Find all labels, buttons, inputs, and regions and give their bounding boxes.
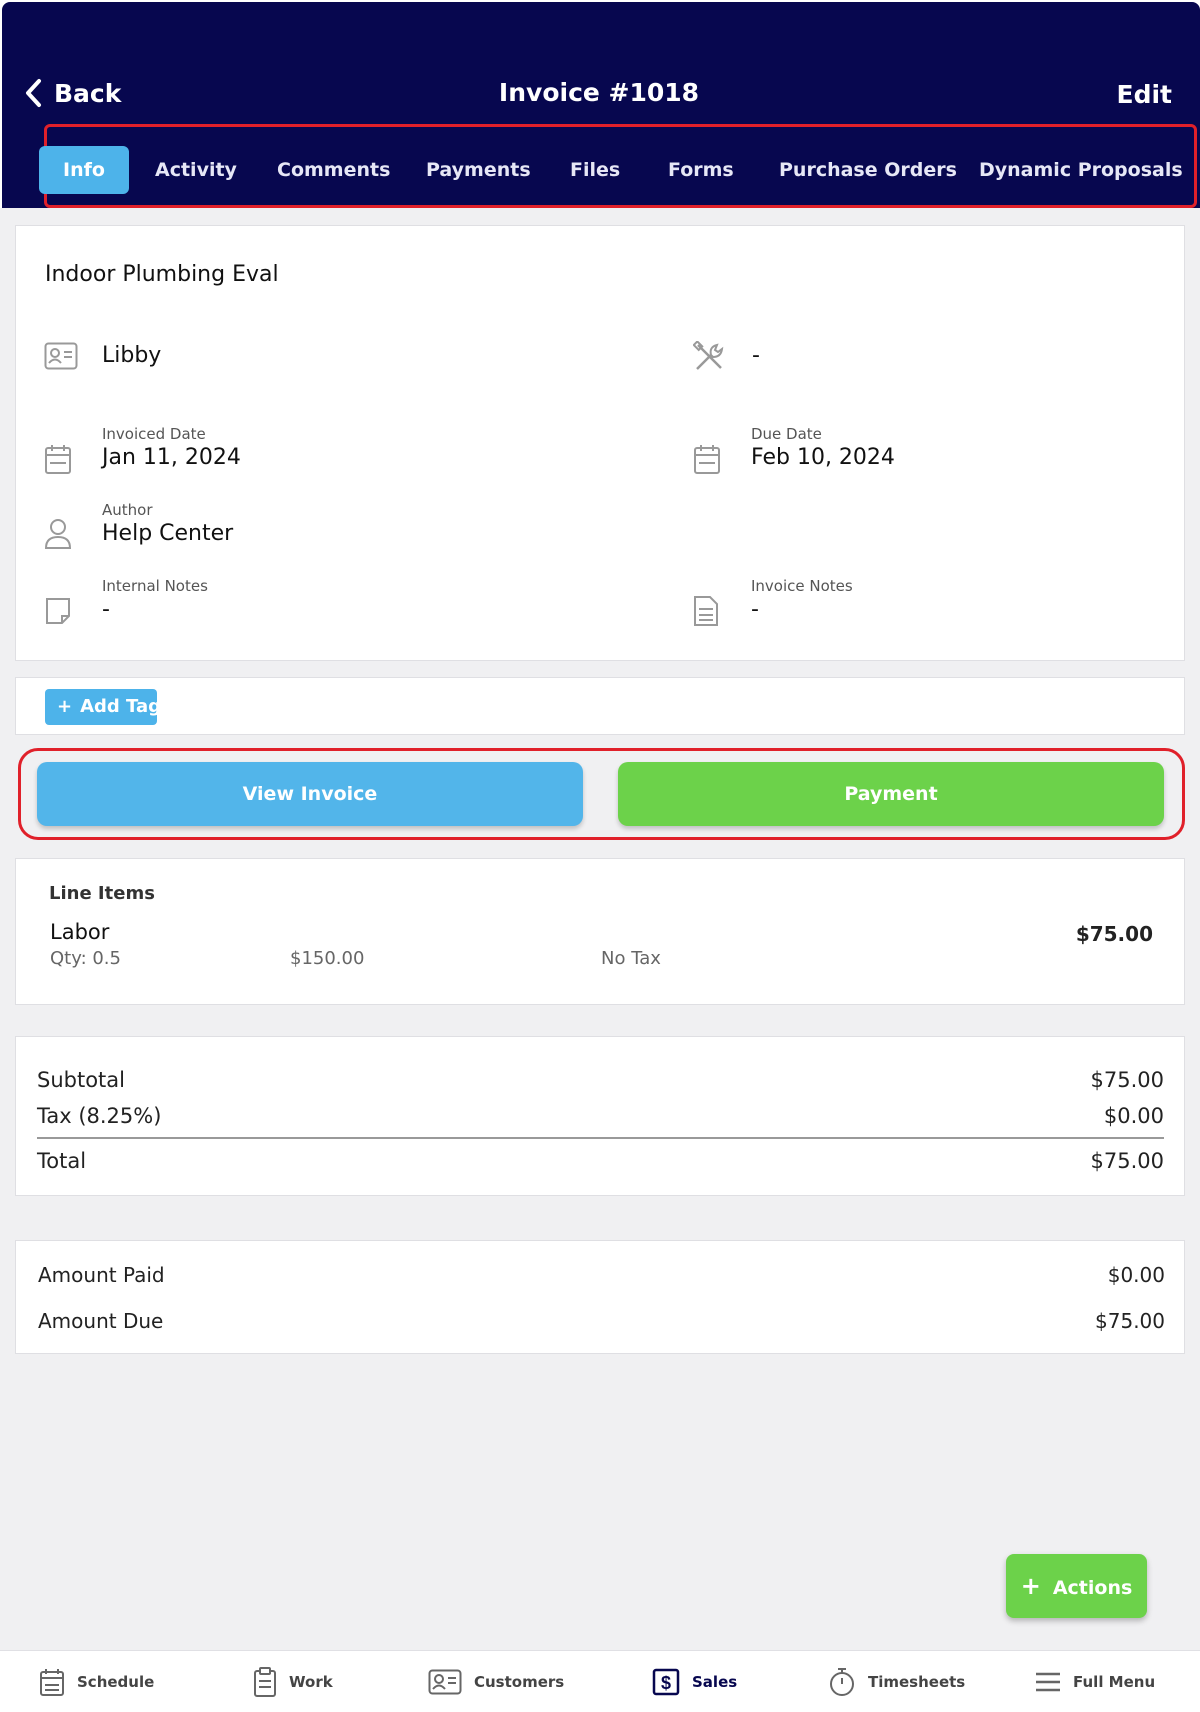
internal-notes-value: - (102, 597, 110, 622)
actions-label: Actions (1052, 1577, 1133, 1599)
job-name: Indoor Plumbing Eval (45, 262, 279, 287)
nav-label: Timesheets (868, 1673, 966, 1691)
tab-payments[interactable]: Payments (426, 146, 531, 194)
contact-card-icon (44, 342, 78, 370)
line-item-qty: Qty: 0.5 (50, 948, 121, 969)
internal-notes-label: Internal Notes (102, 577, 208, 595)
nav-label: Sales (692, 1673, 738, 1691)
tag-card (15, 677, 1185, 735)
dollar-icon: $ (652, 1668, 680, 1696)
info-card (15, 225, 1185, 661)
technician-value: - (752, 343, 760, 368)
nav-schedule[interactable]: Schedule (39, 1651, 154, 1712)
menu-icon (1036, 1672, 1060, 1692)
invoiced-date-value: Jan 11, 2024 (102, 445, 241, 470)
customer-name: Libby (102, 343, 162, 368)
tax-label: Tax (8.25%) (37, 1104, 162, 1128)
amount-due-value: $75.00 (1095, 1309, 1165, 1333)
tab-info[interactable]: Info (39, 146, 129, 194)
tab-files[interactable]: Files (570, 146, 620, 194)
invoiced-date-label: Invoiced Date (102, 425, 206, 443)
stopwatch-icon (830, 1668, 854, 1696)
author-label: Author (102, 501, 153, 519)
page-title: Invoice #1018 (498, 78, 700, 107)
subtotal-value: $75.00 (1090, 1068, 1164, 1092)
nav-label: Customers (474, 1673, 565, 1691)
calendar-icon (40, 1669, 64, 1696)
add-tag-button[interactable]: + Add Tag (45, 689, 161, 725)
nav-label: Work (289, 1673, 333, 1691)
view-invoice-button[interactable]: View Invoice (37, 762, 583, 826)
totals-divider (37, 1137, 1164, 1139)
payments-card (15, 1240, 1185, 1354)
totals-card (15, 1036, 1185, 1196)
amount-paid-value: $0.00 (1107, 1263, 1165, 1287)
amount-paid-label: Amount Paid (38, 1263, 165, 1287)
plus-icon: + (57, 696, 73, 717)
edit-button[interactable]: Edit (1117, 80, 1173, 109)
amount-due-label: Amount Due (38, 1309, 164, 1333)
line-items-card (15, 858, 1185, 1005)
svg-text:$: $ (661, 1673, 671, 1693)
total-label: Total (37, 1149, 87, 1173)
calendar-icon (45, 445, 71, 474)
payment-button[interactable]: Payment (618, 762, 1164, 826)
subtotal-label: Subtotal (37, 1068, 125, 1092)
tax-value: $0.00 (1103, 1104, 1164, 1128)
contact-card-icon (428, 1669, 462, 1695)
nav-label: Full Menu (1073, 1673, 1156, 1691)
note-icon (46, 598, 70, 624)
due-date-label: Due Date (751, 425, 822, 443)
actions-button[interactable]: + Actions (1006, 1554, 1147, 1618)
line-item-rate: $150.00 (290, 948, 365, 969)
tab-forms[interactable]: Forms (668, 146, 734, 194)
clipboard-icon (254, 1667, 276, 1697)
tab-activity[interactable]: Activity (155, 146, 237, 194)
nav-work[interactable]: Work (253, 1651, 333, 1712)
tab-comments[interactable]: Comments (277, 146, 390, 194)
line-item-name: Labor (50, 920, 110, 944)
document-icon (694, 596, 718, 626)
invoice-notes-value: - (751, 597, 759, 622)
tools-icon (693, 341, 724, 370)
tab-purchase-orders[interactable]: Purchase Orders (779, 146, 957, 194)
due-date-value: Feb 10, 2024 (751, 445, 895, 470)
app-frame: Back Invoice #1018 Edit Info Activity Co… (0, 0, 1200, 1712)
invoice-notes-label: Invoice Notes (751, 577, 853, 595)
total-value: $75.00 (1090, 1149, 1164, 1173)
tab-dynamic-proposals[interactable]: Dynamic Proposals (979, 146, 1183, 194)
bottom-nav: Schedule Work Customers $ Sales Timeshee… (0, 1650, 1200, 1712)
line-items-heading: Line Items (49, 883, 155, 904)
calendar-icon (694, 445, 720, 474)
person-icon (44, 519, 72, 549)
author-value: Help Center (102, 521, 234, 546)
add-tag-label: Add Tag (80, 696, 162, 717)
plus-icon: + (1020, 1572, 1041, 1600)
nav-timesheets[interactable]: Timesheets (828, 1651, 965, 1712)
nav-label: Schedule (77, 1673, 155, 1691)
nav-full-menu[interactable]: Full Menu (1035, 1651, 1155, 1712)
line-item-tax: No Tax (601, 948, 661, 969)
line-item-amount: $75.00 (1075, 922, 1153, 946)
nav-sales[interactable]: $ Sales (652, 1651, 737, 1712)
nav-customers[interactable]: Customers (428, 1651, 564, 1712)
